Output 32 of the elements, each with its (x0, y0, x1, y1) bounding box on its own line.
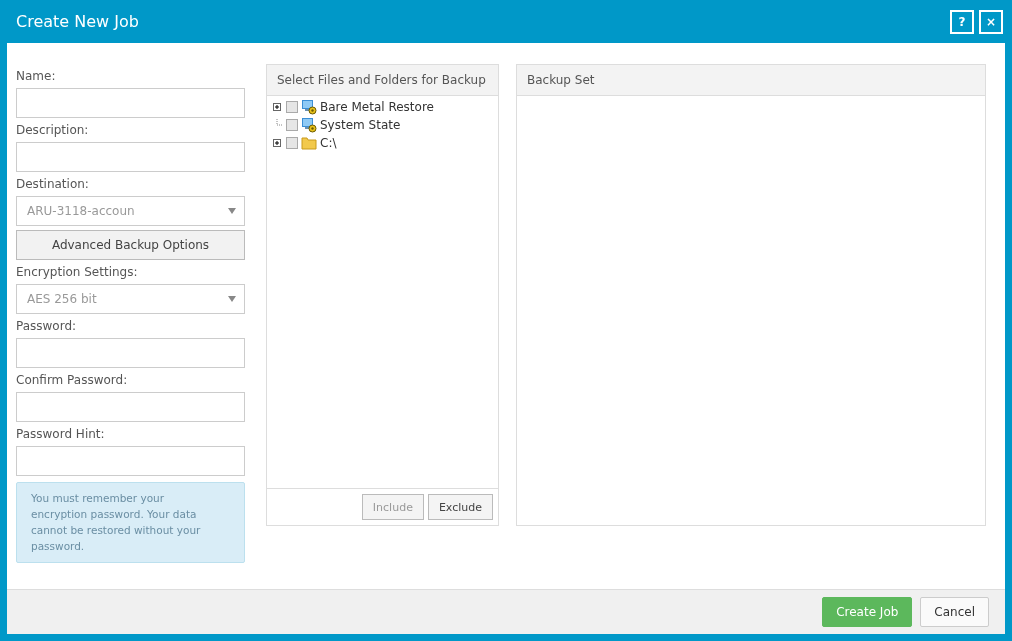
caret-icon (228, 208, 236, 214)
input-field[interactable] (16, 392, 245, 422)
checkbox[interactable] (286, 101, 298, 113)
expand-icon[interactable] (271, 101, 283, 113)
computer-gear-icon (301, 117, 317, 133)
checkbox[interactable] (286, 119, 298, 131)
field-label: Confirm Password: (16, 373, 129, 387)
caret-icon (228, 296, 236, 302)
panel-title: Select Files and Folders for Backup (277, 73, 486, 87)
cancel-button[interactable]: Cancel (920, 597, 989, 627)
input-field[interactable] (16, 88, 245, 118)
field-label: Description: (16, 123, 90, 137)
expand-icon[interactable] (271, 137, 283, 149)
tree-item[interactable]: System State (320, 118, 401, 132)
advanced-options-button[interactable]: Advanced Backup Options (16, 230, 245, 260)
tree-item[interactable]: Bare Metal Restore (320, 100, 434, 114)
tree-item[interactable]: C:\ (320, 136, 337, 150)
field-label: Destination: (16, 177, 90, 191)
window-title: Create New Job (16, 12, 140, 31)
exclude-button[interactable]: Exclude (427, 494, 493, 520)
input-field[interactable] (16, 338, 245, 368)
field-label: Password: (16, 319, 78, 333)
input-field[interactable] (16, 446, 245, 476)
field-label: Name: (16, 69, 57, 83)
checkbox[interactable] (286, 137, 298, 149)
input-field[interactable] (16, 142, 245, 172)
computer-gear-icon (301, 99, 317, 115)
warning-notice: You must remember your encryption password. Your data cannot be restored without your password. (16, 482, 245, 563)
field-label: Encryption Settings: (16, 265, 139, 279)
panel-title: Backup Set (527, 73, 595, 87)
field-label: Password Hint: (16, 427, 106, 441)
folder-icon (301, 135, 317, 151)
